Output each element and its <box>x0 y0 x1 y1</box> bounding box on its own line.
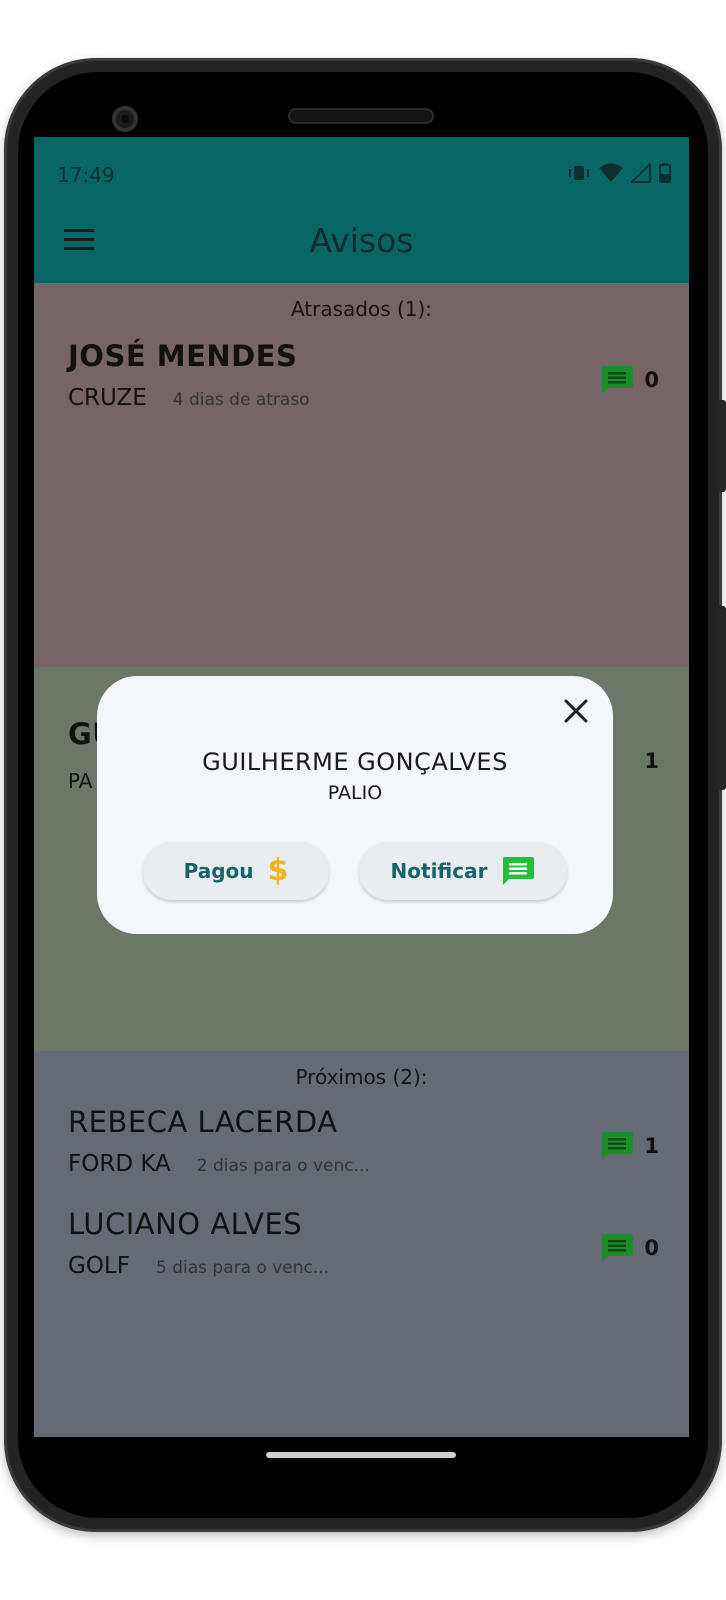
battery-icon <box>659 163 671 183</box>
list-item[interactable]: LUCIANO ALVES GOLF 5 dias para o venc... … <box>68 1207 659 1287</box>
section-proximos: Próximos (2): REBECA LACERDA FORD KA 2 di… <box>34 1051 689 1437</box>
power-button <box>716 606 726 790</box>
earpiece-speaker <box>288 108 434 124</box>
due-note: 4 dias de atraso <box>172 390 310 410</box>
page-title: Avisos <box>309 221 414 260</box>
due-note: 5 dias para o venc... <box>155 1258 330 1278</box>
message-count: 0 <box>644 1236 659 1260</box>
home-indicator[interactable] <box>266 1452 456 1458</box>
client-action-dialog: GUILHERME GONÇALVES PALIO Pagou $ Notifi… <box>97 676 613 934</box>
client-car: GOLF 5 dias para o venc... <box>68 1253 329 1279</box>
message-counter[interactable]: 0 <box>600 365 659 395</box>
client-car: FORD KA 2 dias para o venc... <box>68 1151 370 1177</box>
car-model: PA <box>68 769 93 793</box>
due-note: 2 dias para o venc... <box>196 1156 370 1176</box>
client-name: LUCIANO ALVES <box>68 1207 303 1241</box>
list-item[interactable]: REBECA LACERDA FORD KA 2 dias para o venc… <box>68 1105 659 1185</box>
message-count: 1 <box>644 749 659 773</box>
car-model: FORD KA <box>68 1151 171 1177</box>
paid-button[interactable]: Pagou $ <box>143 842 329 900</box>
wifi-icon <box>599 163 623 182</box>
client-name: JOSÉ MENDES <box>68 339 298 373</box>
app-bar: 17:49 Avisos <box>34 137 689 283</box>
message-icon <box>602 1132 634 1160</box>
client-car: CRUZE 4 dias de atraso <box>68 385 310 411</box>
client-name: REBECA LACERDA <box>68 1105 338 1139</box>
vibrate-icon <box>569 166 589 180</box>
dialog-client-name: GUILHERME GONÇALVES <box>202 748 508 776</box>
message-count: 1 <box>644 1134 659 1158</box>
dialog-client-car: PALIO <box>327 782 383 804</box>
message-counter[interactable]: 1 <box>600 1131 659 1161</box>
app-screen: 17:49 Avisos Atrasados (1): JOSÉ MENDES … <box>34 137 689 1437</box>
close-icon[interactable] <box>561 696 591 726</box>
message-icon <box>503 857 535 885</box>
signal-icon <box>631 163 651 183</box>
section-header-atrasados: Atrasados (1): <box>290 297 433 321</box>
volume-button <box>716 400 726 492</box>
status-icons <box>567 161 671 185</box>
car-model: GOLF <box>68 1253 130 1279</box>
dollar-icon: $ <box>267 853 289 888</box>
section-atrasados: Atrasados (1): JOSÉ MENDES CRUZE 4 dias d… <box>34 283 689 667</box>
notify-button[interactable]: Notificar <box>359 842 567 900</box>
section-header-proximos: Próximos (2): <box>295 1065 428 1089</box>
message-counter[interactable]: 1 <box>644 749 659 773</box>
message-icon <box>602 366 634 394</box>
status-time: 17:49 <box>57 163 115 187</box>
message-count: 0 <box>644 368 659 392</box>
front-camera <box>112 106 138 132</box>
message-icon <box>602 1234 634 1262</box>
list-item[interactable]: JOSÉ MENDES CRUZE 4 dias de atraso 0 <box>68 339 659 419</box>
car-model: CRUZE <box>68 385 147 411</box>
notify-button-label: Notificar <box>390 859 488 883</box>
paid-button-label: Pagou <box>183 859 254 883</box>
message-counter[interactable]: 0 <box>600 1233 659 1263</box>
